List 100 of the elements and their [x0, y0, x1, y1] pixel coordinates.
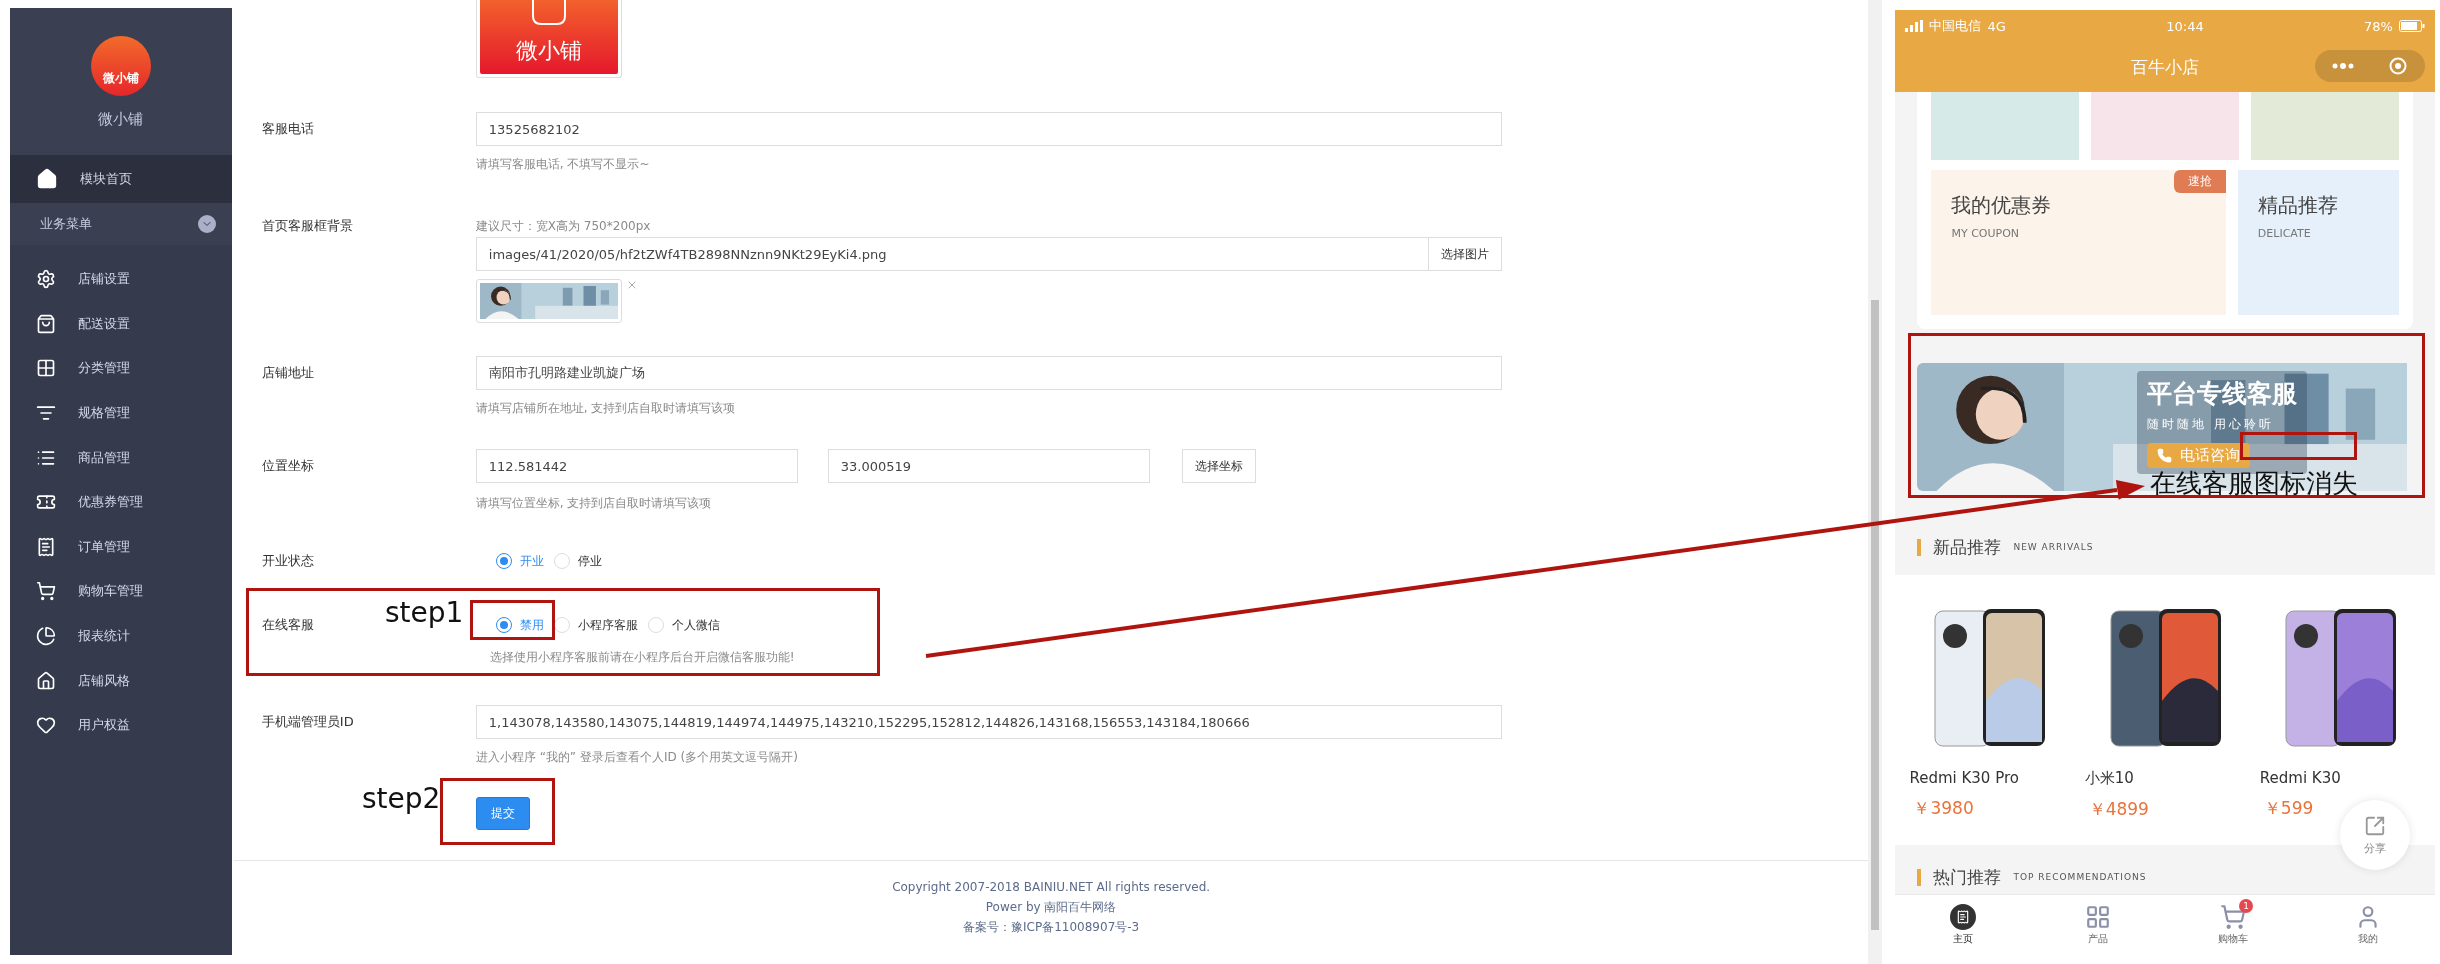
help-text: 请填写位置坐标, 支持到店自取时请填写该项 [475, 495, 713, 511]
sidebar-item[interactable]: 店铺风格 [10, 658, 232, 703]
radio-label[interactable]: 个人微信 [671, 616, 720, 634]
sidebar-item[interactable]: 商品管理 [10, 435, 232, 480]
section-marker [1917, 538, 1922, 556]
product-price: ￥4899 [2087, 798, 2150, 821]
scrollbar-thumb[interactable] [1871, 300, 1880, 930]
grid-icon [36, 358, 56, 379]
section-title: 新品推荐 [1933, 535, 2002, 559]
radio-label[interactable]: 开业 [519, 552, 544, 570]
category-tile[interactable] [2091, 92, 2240, 160]
more-icon[interactable] [2332, 63, 2355, 69]
field-label: 店铺地址 [261, 364, 315, 382]
input-field[interactable]: images/41/2020/05/hf2tZWf4TB2898NNznn9NKt29EyKi4.png [475, 237, 1429, 271]
tab-item[interactable]: 产品 [2030, 895, 2166, 955]
section-subtitle: NEW ARRIVALS [2013, 542, 2094, 552]
sidebar-item[interactable]: 模块首页 [10, 155, 232, 203]
tab-item[interactable]: 主页 [1895, 895, 2031, 955]
radio-button[interactable] [495, 553, 512, 569]
input-field[interactable]: 南阳市孔明路建业凯旋广场 [475, 356, 1502, 390]
section-subtitle: TOP RECOMMENDATIONS [2013, 872, 2147, 882]
field-label: 位置坐标 [261, 457, 315, 475]
tile-subtitle: MY COUPON [1951, 227, 2021, 240]
radio-label[interactable]: 禁用 [519, 616, 544, 634]
logo-text: 微小铺 [102, 70, 139, 87]
sidebar-item[interactable]: 优惠券管理 [10, 479, 232, 525]
count-badge: 1 [2239, 899, 2254, 913]
brand-name: 微小铺 [98, 110, 144, 129]
tile-title: 精品推荐 [2257, 192, 2339, 219]
receipt-icon [36, 536, 56, 557]
input-field[interactable]: 33.000519 [827, 449, 1150, 483]
field-label: 手机端管理员ID [261, 713, 355, 731]
battery-text: 78% [2364, 18, 2393, 34]
sidebar-item[interactable]: 规格管理 [10, 390, 232, 436]
field-label: 在线客服 [261, 616, 315, 634]
sidebar-item[interactable]: 配送设置 [10, 301, 232, 347]
tile-subtitle: DELICATE [2257, 227, 2312, 240]
choose-image-button[interactable]: 选择图片 [1428, 237, 1502, 271]
share-icon [2364, 814, 2386, 837]
sidebar-item[interactable]: 分类管理 [10, 346, 232, 391]
sidebar-item[interactable]: 店铺设置 [10, 257, 232, 302]
annotation-text: step2 [362, 782, 441, 815]
product-price: ￥3980 [1912, 797, 1975, 820]
annotation-text: 在线客服图标消失 [2150, 467, 2358, 500]
product-name[interactable]: 小米10 [2084, 769, 2260, 788]
featured-tile[interactable]: 精品推荐 DELICATE [2237, 170, 2399, 315]
tab-item[interactable]: 我的 [2300, 895, 2435, 955]
close-icon[interactable] [2389, 57, 2408, 75]
coupon-tile[interactable]: 我的优惠券 MY COUPON 速抢 [1931, 170, 2226, 315]
home-icon [36, 168, 58, 190]
sidebar-item[interactable]: 报表统计 [10, 613, 232, 659]
menu-group-header[interactable]: 业务菜单 [10, 203, 232, 245]
battery-icon [2399, 20, 2425, 32]
help-text: 选择使用小程序客服前请在小程序后台开启微信客服功能! [488, 649, 796, 665]
clock-text: 10:44 [2166, 18, 2204, 34]
product-name[interactable]: Redmi K30 Pro [1909, 769, 2085, 787]
footer-text: Power by 南阳百牛网络 [985, 899, 1117, 915]
input-field[interactable]: 1,143078,143580,143075,144819,144974,144975,143210,152295,152812,144826,143168,156553,143184,180666 [475, 705, 1502, 739]
heart-icon [36, 715, 56, 736]
phone-icon [2157, 448, 2173, 463]
tab-item[interactable]: 购物车 1 [2165, 895, 2301, 955]
section-title: 热门推荐 [1933, 865, 2002, 889]
home-icon [1949, 904, 1976, 930]
category-tile[interactable] [2251, 92, 2399, 160]
tile-title: 我的优惠券 [1951, 192, 2053, 219]
pie-chart-icon [36, 626, 56, 647]
radio-label[interactable]: 停业 [577, 552, 602, 570]
product-price: ￥599 [2262, 797, 2315, 820]
choose-coordinates-button[interactable]: 选择坐标 [1181, 449, 1256, 483]
sidebar-item[interactable]: 订单管理 [10, 524, 232, 570]
annotation-text: step1 [385, 596, 464, 629]
sidebar-item[interactable]: 用户权益 [10, 702, 232, 748]
promo-badge: 速抢 [2173, 170, 2226, 193]
chevron-icon[interactable] [197, 215, 216, 233]
input-field[interactable]: 112.581442 [475, 449, 798, 483]
carrier-text: 中国电信 [1929, 17, 1982, 35]
help-text: 建议尺寸：宽X高为 750*200px [475, 218, 652, 234]
help-text: 进入小程序 “我的” 登录后查看个人ID (多个用英文逗号隔开) [475, 749, 799, 765]
field-label: 客服电话 [261, 120, 315, 138]
footer-text: Copyright 2007-2018 BAINIU.NET All rights reserved. [892, 879, 1211, 895]
category-tile[interactable] [1931, 92, 2080, 160]
input-field[interactable]: 13525682102 [475, 112, 1502, 146]
footer-text: 备案号：豫ICP备11008907号-3 [963, 919, 1140, 935]
help-text: 请填写客服电话, 不填写不显示~ [475, 156, 651, 172]
product-name[interactable]: Redmi K30 [2259, 769, 2435, 787]
radio-button[interactable] [495, 617, 512, 633]
home-icon [36, 670, 56, 691]
banner-title: 平台专线客服 [2147, 378, 2298, 410]
grid-icon [2084, 904, 2111, 930]
sidebar-item[interactable]: 购物车管理 [10, 569, 232, 614]
gear-icon [36, 269, 56, 290]
field-label: 开业状态 [261, 552, 315, 570]
cart-icon [36, 581, 56, 602]
radio-label[interactable]: 小程序客服 [577, 616, 638, 634]
app-title: 百牛小店 [2131, 55, 2200, 79]
cart-icon [2219, 904, 2246, 930]
logo-text: 微小铺 [515, 37, 582, 65]
help-text: 请填写店铺所在地址, 支持到店自取时请填写该项 [475, 400, 737, 416]
banner-subtitle: 随时随地 用心聆听 [2147, 416, 2275, 433]
signal-icon [1905, 20, 1924, 32]
